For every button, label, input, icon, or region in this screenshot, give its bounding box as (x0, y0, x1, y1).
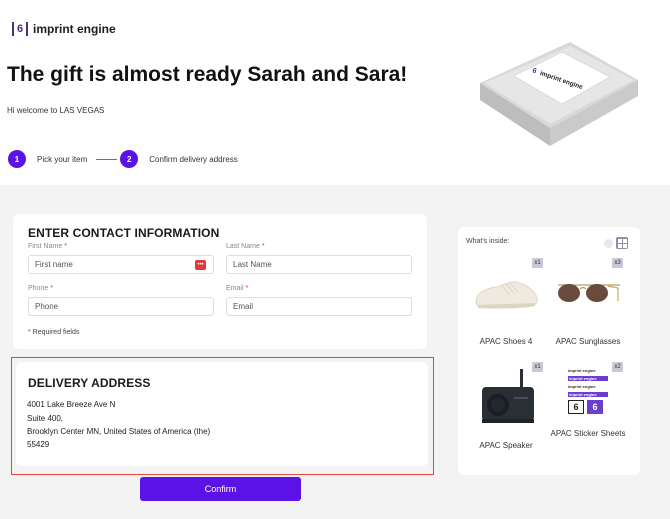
list-view-icon[interactable] (604, 238, 613, 248)
grid-view-icon[interactable] (616, 237, 628, 249)
item-qty-badge: x1 (532, 258, 543, 268)
address-line-1: 4001 Lake Breeze Ave N (27, 400, 116, 409)
sticker-text: imprint engine (568, 368, 596, 373)
first-name-input[interactable] (28, 255, 214, 274)
sunglasses-image (558, 284, 620, 302)
gift-box-image: 6 imprint engine (480, 42, 638, 146)
last-name-input[interactable] (226, 255, 412, 274)
first-name-label: First Name * (28, 243, 67, 250)
step-connector (96, 158, 118, 160)
item-name: APAC Sticker Sheets (550, 429, 626, 438)
email-input[interactable] (226, 297, 412, 316)
item-name: APAC Shoes 4 (479, 337, 533, 346)
step-1-number[interactable]: 1 (8, 150, 26, 168)
contact-card: ENTER CONTACT INFORMATION First Name * •… (13, 214, 427, 349)
sticker-sheet-image: imprint engine imprint engine imprint en… (568, 368, 608, 414)
item-name: APAC Speaker (479, 441, 533, 450)
step-2-label: Confirm delivery address (149, 154, 238, 164)
last-name-label: Last Name * (226, 243, 265, 250)
address-line-3: Brooklyn Center MN, United States of Ame… (27, 427, 211, 436)
sticker-text: imprint engine (568, 376, 608, 381)
contact-title: ENTER CONTACT INFORMATION (28, 226, 220, 240)
logo-mark-icon: 6 (12, 22, 28, 36)
logo-text: imprint engine (33, 22, 116, 36)
welcome-text: Hi welcome to LAS VEGAS (7, 106, 105, 115)
sticker-mark-icon: 6 (587, 400, 603, 414)
shoe-image (475, 281, 538, 309)
item-qty-badge: x2 (612, 362, 623, 372)
item-qty-badge: x3 (612, 258, 623, 268)
sticker-text: imprint engine (568, 384, 596, 389)
sticker-text: imprint engine (568, 392, 608, 397)
address-line-2: Suite 400, (27, 414, 64, 423)
whats-inside-panel: What's inside: x1 APAC Shoes 4 x3 APAC S… (458, 227, 640, 475)
stepper: 1 Pick your item 2 Confirm delivery addr… (8, 150, 238, 168)
delivery-title: DELIVERY ADDRESS (28, 376, 151, 390)
phone-label: Phone * (28, 285, 53, 292)
delivery-card: DELIVERY ADDRESS 4001 Lake Breeze Ave N … (16, 362, 428, 466)
item-name: APAC Sunglasses (555, 337, 621, 346)
view-toggle[interactable] (604, 237, 628, 249)
step-2-number: 2 (120, 150, 139, 168)
sticker-mark-icon: 6 (568, 400, 584, 414)
phone-input[interactable] (28, 297, 214, 316)
brand-logo[interactable]: 6 imprint engine (12, 22, 116, 36)
email-label: Email * (226, 285, 249, 292)
step-1-label[interactable]: Pick your item (37, 155, 87, 164)
password-manager-icon[interactable]: ••• (195, 260, 206, 270)
confirm-button[interactable]: Confirm (140, 477, 301, 501)
header-section: 6 imprint engine The gift is almost read… (0, 0, 670, 185)
whats-inside-title: What's inside: (466, 238, 510, 245)
speaker-image (482, 369, 534, 423)
required-note: * Required fields (28, 329, 80, 336)
address-line-4: 55429 (27, 440, 50, 449)
page-title: The gift is almost ready Sarah and Sara! (7, 63, 408, 86)
